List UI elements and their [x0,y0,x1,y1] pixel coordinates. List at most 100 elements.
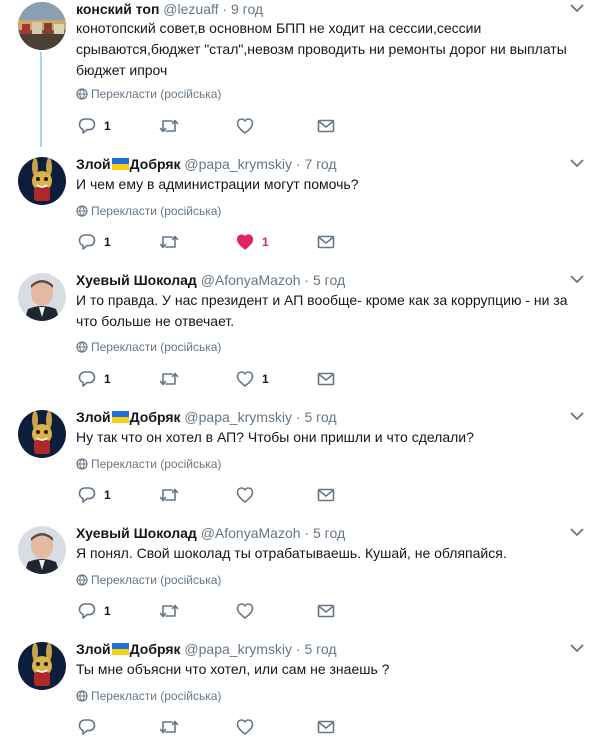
reply-count: 1 [104,372,111,386]
chevron-down-icon[interactable] [570,158,584,168]
like-count: 1 [262,372,269,386]
author-name[interactable]: Хуевый Шоколад [76,525,197,541]
tweet-text: Ну так что он хотел в АП? Чтобы они приш… [76,429,474,445]
separator-dot: · [295,156,301,172]
envelope-icon [317,119,335,133]
timestamp[interactable]: 5 год [304,409,336,425]
tweet[interactable]: Злой Добряк @papa_krymskiy · 7 год И чем … [0,147,614,264]
author-name-part2: Добряк [129,641,181,657]
reply-button[interactable]: 1 [78,232,111,252]
author-handle[interactable]: @AfonyaMazoh [201,272,301,288]
retweet-button[interactable] [159,485,187,505]
like-button[interactable] [236,485,262,505]
ukraine-flag-icon [111,158,129,170]
globe-icon [76,690,88,702]
translate-label: Перекласти (російська) [91,689,222,703]
tweet[interactable]: Злой Добряк @papa_krymskiy · 5 год Ты мне… [0,632,614,745]
separator-dot: · [295,409,301,425]
translate-link[interactable]: Перекласти (російська) [76,573,221,587]
chevron-down-icon[interactable] [570,643,584,653]
dm-button[interactable] [317,232,335,252]
author-handle[interactable]: @AfonyaMazoh [201,525,301,541]
heart-icon [236,487,254,503]
author-handle[interactable]: @papa_krymskiy [184,156,292,172]
author-name[interactable]: Злой Добряк [76,156,184,172]
like-button[interactable] [236,116,262,136]
chevron-down-icon[interactable] [570,411,584,421]
like-button[interactable] [236,717,262,737]
chevron-down-icon[interactable] [570,274,584,284]
reply-count: 1 [104,604,111,618]
dm-button[interactable] [317,116,335,136]
reply-count: 1 [104,119,111,133]
timestamp[interactable]: 5 год [313,525,345,541]
separator-dot: · [222,1,228,17]
ukraine-flag-icon [111,411,129,423]
retweet-icon [159,235,179,249]
tweet[interactable]: конский топ @lezuaff · 9 год конотопский… [0,0,614,148]
translate-link[interactable]: Перекласти (російська) [76,340,221,354]
translate-label: Перекласти (російська) [91,340,222,354]
envelope-icon [317,235,335,249]
conversation-feed: конский топ @lezuaff · 9 год конотопский… [0,0,614,745]
translate-label: Перекласти (російська) [91,573,222,587]
like-button[interactable]: 1 [236,369,269,389]
tweet[interactable]: Хуевый Шоколад @AfonyaMazoh · 5 год Я по… [0,516,614,633]
author-handle[interactable]: @papa_krymskiy [184,641,292,657]
retweet-button[interactable] [159,369,187,389]
dm-button[interactable] [317,369,335,389]
dm-button[interactable] [317,717,335,737]
envelope-icon [317,372,335,386]
timestamp[interactable]: 5 год [304,641,336,657]
thread-line [40,52,42,147]
timestamp[interactable]: 9 год [231,1,263,17]
avatar[interactable] [18,157,66,205]
reply-button[interactable] [78,717,104,737]
retweet-icon [159,372,179,386]
author-name[interactable]: конский топ [76,1,159,17]
dm-button[interactable] [317,601,335,621]
timestamp[interactable]: 5 год [313,272,345,288]
heart-icon [236,719,254,735]
avatar[interactable] [18,410,66,458]
tweet[interactable]: Хуевый Шоколад @AfonyaMazoh · 5 год И то… [0,263,614,401]
translate-link[interactable]: Перекласти (російська) [76,689,221,703]
retweet-button[interactable] [159,601,187,621]
author-handle[interactable]: @papa_krymskiy [184,409,292,425]
retweet-button[interactable] [159,717,187,737]
reply-button[interactable]: 1 [78,601,111,621]
timestamp[interactable]: 7 год [304,156,336,172]
reply-button[interactable]: 1 [78,116,111,136]
dm-button[interactable] [317,485,335,505]
tweet-text: конотопский совет,в основном БПП не ходи… [76,20,567,78]
envelope-icon [317,604,335,618]
reply-button[interactable]: 1 [78,485,111,505]
translate-link[interactable]: Перекласти (російська) [76,204,221,218]
avatar[interactable] [18,526,66,574]
globe-icon [76,574,88,586]
retweet-button[interactable] [159,232,187,252]
author-name[interactable]: Хуевый Шоколад [76,272,197,288]
avatar[interactable] [18,273,66,321]
translate-label: Перекласти (російська) [91,87,222,101]
author-name[interactable]: Злой Добряк [76,409,184,425]
like-button[interactable] [236,601,262,621]
reply-icon [78,603,96,619]
author-name[interactable]: Злой Добряк [76,641,184,657]
avatar[interactable] [18,2,66,50]
avatar[interactable] [18,642,66,690]
author-name-part1: Злой [76,409,111,425]
author-handle[interactable]: @lezuaff [163,1,218,17]
like-button[interactable]: 1 [236,232,269,252]
author-name-part1: Злой [76,156,111,172]
retweet-button[interactable] [159,116,187,136]
translate-link[interactable]: Перекласти (російська) [76,87,221,101]
chevron-down-icon[interactable] [570,3,584,13]
chevron-down-icon[interactable] [570,527,584,537]
tweet[interactable]: Злой Добряк @papa_krymskiy · 5 год Ну так… [0,400,614,517]
translate-link[interactable]: Перекласти (російська) [76,457,221,471]
reply-button[interactable]: 1 [78,369,111,389]
retweet-icon [159,488,179,502]
author-name-part2: Добряк [129,156,181,172]
envelope-icon [317,720,335,734]
